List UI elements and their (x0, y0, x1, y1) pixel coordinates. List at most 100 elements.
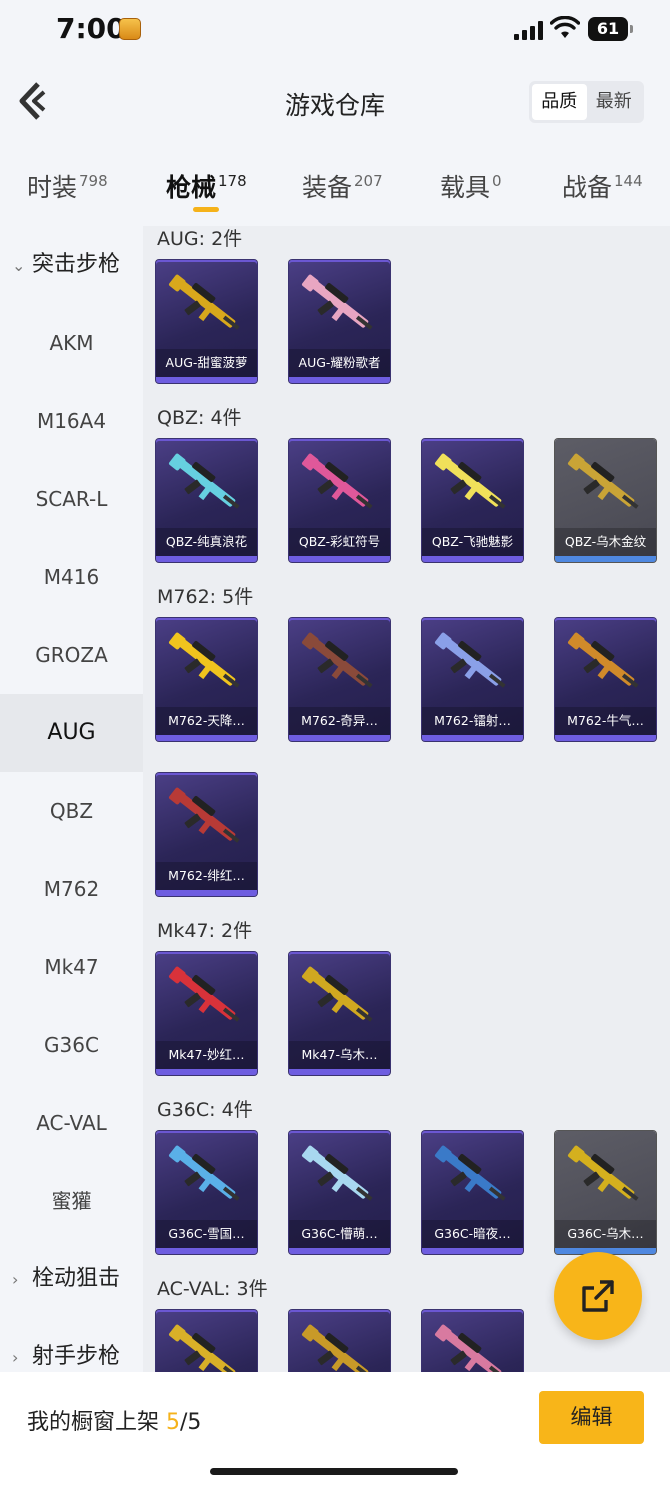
weapon-skin-name: M762-天降… (156, 707, 257, 735)
sidebar-item-m16a4[interactable]: M16A4 (0, 382, 143, 460)
chevron-down-icon: ⌄ (12, 256, 26, 275)
rifle-icon (434, 1145, 506, 1201)
weapon-skin-card[interactable]: AC-VAL-2 (289, 1310, 390, 1372)
weapon-skin-card[interactable]: G36C-懵萌… (289, 1131, 390, 1254)
sidebar-item-m416[interactable]: M416 (0, 538, 143, 616)
tab-weapons[interactable]: 枪械 178 (166, 168, 247, 204)
sidebar-group-marksman[interactable]: › 射手步枪 (12, 1318, 120, 1372)
weapon-skin-name: QBZ-纯真浪花 (156, 528, 257, 556)
tab-equipment[interactable]: 装备 207 (302, 168, 383, 204)
sidebar-item-ac-val[interactable]: AC-VAL (0, 1084, 143, 1162)
showcase-status: 我的橱窗上架 5/5 (27, 1404, 201, 1436)
rifle-icon (168, 274, 240, 330)
weapon-skin-name: QBZ-飞驰魅影 (422, 528, 523, 556)
tab-count: 207 (354, 172, 383, 190)
sort-toggle: 品质 最新 (529, 81, 644, 123)
tab-label: 时装 (27, 173, 78, 202)
weapon-skin-card[interactable]: AUG-耀粉歌者 (289, 260, 390, 383)
weapon-skin-card[interactable]: M762-绯红… (156, 773, 257, 896)
weapon-skin-card[interactable]: QBZ-彩虹符号 (289, 439, 390, 562)
weapon-skin-name: G36C-懵萌… (289, 1220, 390, 1248)
weapon-skin-name: G36C-暗夜… (422, 1220, 523, 1248)
weapon-skin-card[interactable]: G36C-乌木… (555, 1131, 656, 1254)
sidebar-group-bolt-action[interactable]: › 栓动狙击 (12, 1240, 120, 1319)
header: 游戏仓库 品质 最新 (0, 60, 670, 144)
section-title: QBZ: 4件 (157, 407, 242, 429)
tab-supplies[interactable]: 战备 144 (562, 168, 643, 204)
sidebar-item-scar-l[interactable]: SCAR-L (0, 460, 143, 538)
weapon-skin-name: M762-牛气… (555, 707, 656, 735)
category-tabs: 时装 798 枪械 178 装备 207 载具 0 战备 144 (0, 144, 670, 226)
bottom-bar: 我的橱窗上架 5/5 编辑 (0, 1372, 670, 1489)
sidebar-group-label: 栓动狙击 (32, 1266, 121, 1291)
weapon-skin-card[interactable]: AC-VAL-3 (422, 1310, 523, 1372)
sidebar-group-assault-rifles[interactable]: ⌄ 突击步枪 (12, 226, 120, 305)
showcase-total-count: /5 (180, 1410, 202, 1435)
weapon-skin-card[interactable]: QBZ-飞驰魅影 (422, 439, 523, 562)
battery-icon: 61 (588, 17, 633, 41)
rifle-icon (567, 632, 639, 688)
weapon-skin-name: G36C-乌木… (555, 1220, 656, 1248)
rifle-icon (301, 966, 373, 1022)
weapon-skin-name: AUG-甜蜜菠萝 (156, 349, 257, 377)
weapon-skin-card[interactable]: M762-镭射… (422, 618, 523, 741)
rifle-icon (168, 966, 240, 1022)
edit-button[interactable]: 编辑 (539, 1391, 644, 1444)
tab-count: 144 (614, 172, 643, 190)
weapon-skin-card[interactable]: G36C-雪国… (156, 1131, 257, 1254)
sidebar-item-g36c[interactable]: G36C (0, 1006, 143, 1084)
showcase-current-count: 5 (166, 1410, 181, 1435)
tab-label: 战备 (562, 173, 613, 202)
weapon-skin-card[interactable]: Mk47-乌木… (289, 952, 390, 1075)
rifle-icon (434, 632, 506, 688)
section-title: M762: 5件 (157, 586, 254, 608)
section-title: G36C: 4件 (157, 1099, 253, 1121)
tab-label: 装备 (302, 173, 353, 202)
weapon-skin-card[interactable]: AC-VAL-1 (156, 1310, 257, 1372)
tab-vehicles[interactable]: 载具 0 (440, 168, 502, 204)
weapon-skin-card[interactable]: M762-牛气… (555, 618, 656, 741)
sidebar-item-groza[interactable]: GROZA (0, 616, 143, 694)
weapon-skin-name: G36C-雪国… (156, 1220, 257, 1248)
sidebar-item-mk47[interactable]: Mk47 (0, 928, 143, 1006)
weapon-skin-card[interactable]: AUG-甜蜜菠萝 (156, 260, 257, 383)
rifle-icon (301, 453, 373, 509)
weapon-skin-name: AUG-耀粉歌者 (289, 349, 390, 377)
rifle-icon (168, 453, 240, 509)
sidebar-item-aug[interactable]: AUG (0, 694, 143, 772)
rifle-icon (567, 453, 639, 509)
sidebar-item-akm[interactable]: AKM (0, 304, 143, 382)
rifle-icon (434, 453, 506, 509)
weapon-skin-name: M762-绯红… (156, 862, 257, 890)
tab-fashion[interactable]: 时装 798 (27, 168, 108, 204)
showcase-label: 我的橱窗上架 (27, 1410, 160, 1435)
tab-label: 载具 (440, 173, 491, 202)
rifle-icon (301, 632, 373, 688)
share-icon (582, 1280, 614, 1312)
section-title: Mk47: 2件 (157, 920, 253, 942)
sort-quality-button[interactable]: 品质 (532, 84, 587, 120)
sort-newest-button[interactable]: 最新 (587, 84, 642, 120)
weapon-skin-name: Mk47-妙红… (156, 1041, 257, 1069)
sidebar-item-m762[interactable]: M762 (0, 850, 143, 928)
sidebar-group-label: 射手步枪 (32, 1344, 121, 1369)
app-notification-icon (119, 18, 141, 40)
cellular-signal-icon (514, 20, 544, 40)
sidebar-item-qbz[interactable]: QBZ (0, 772, 143, 850)
wifi-icon (550, 16, 580, 38)
weapon-skin-name: Mk47-乌木… (289, 1041, 390, 1069)
chevron-right-icon: › (12, 1348, 19, 1367)
share-button[interactable] (554, 1252, 642, 1340)
home-indicator (210, 1468, 458, 1475)
weapon-skin-card[interactable]: G36C-暗夜… (422, 1131, 523, 1254)
weapon-grid: AUG: 2件 AUG-甜蜜菠萝 AUG-耀粉歌者 QBZ: 4件 QBZ-纯真浪花 QB… (143, 226, 670, 1372)
weapon-skin-card[interactable]: M762-天降… (156, 618, 257, 741)
active-tab-indicator (193, 207, 219, 212)
rifle-icon (168, 1145, 240, 1201)
weapon-skin-card[interactable]: Mk47-妙红… (156, 952, 257, 1075)
weapon-skin-card[interactable]: QBZ-纯真浪花 (156, 439, 257, 562)
weapon-skin-card[interactable]: M762-奇异… (289, 618, 390, 741)
sidebar-item-honey-badger[interactable]: 蜜獾 (0, 1162, 143, 1240)
section-title: AUG: 2件 (157, 228, 243, 250)
weapon-skin-card[interactable]: QBZ-乌木金纹 (555, 439, 656, 562)
